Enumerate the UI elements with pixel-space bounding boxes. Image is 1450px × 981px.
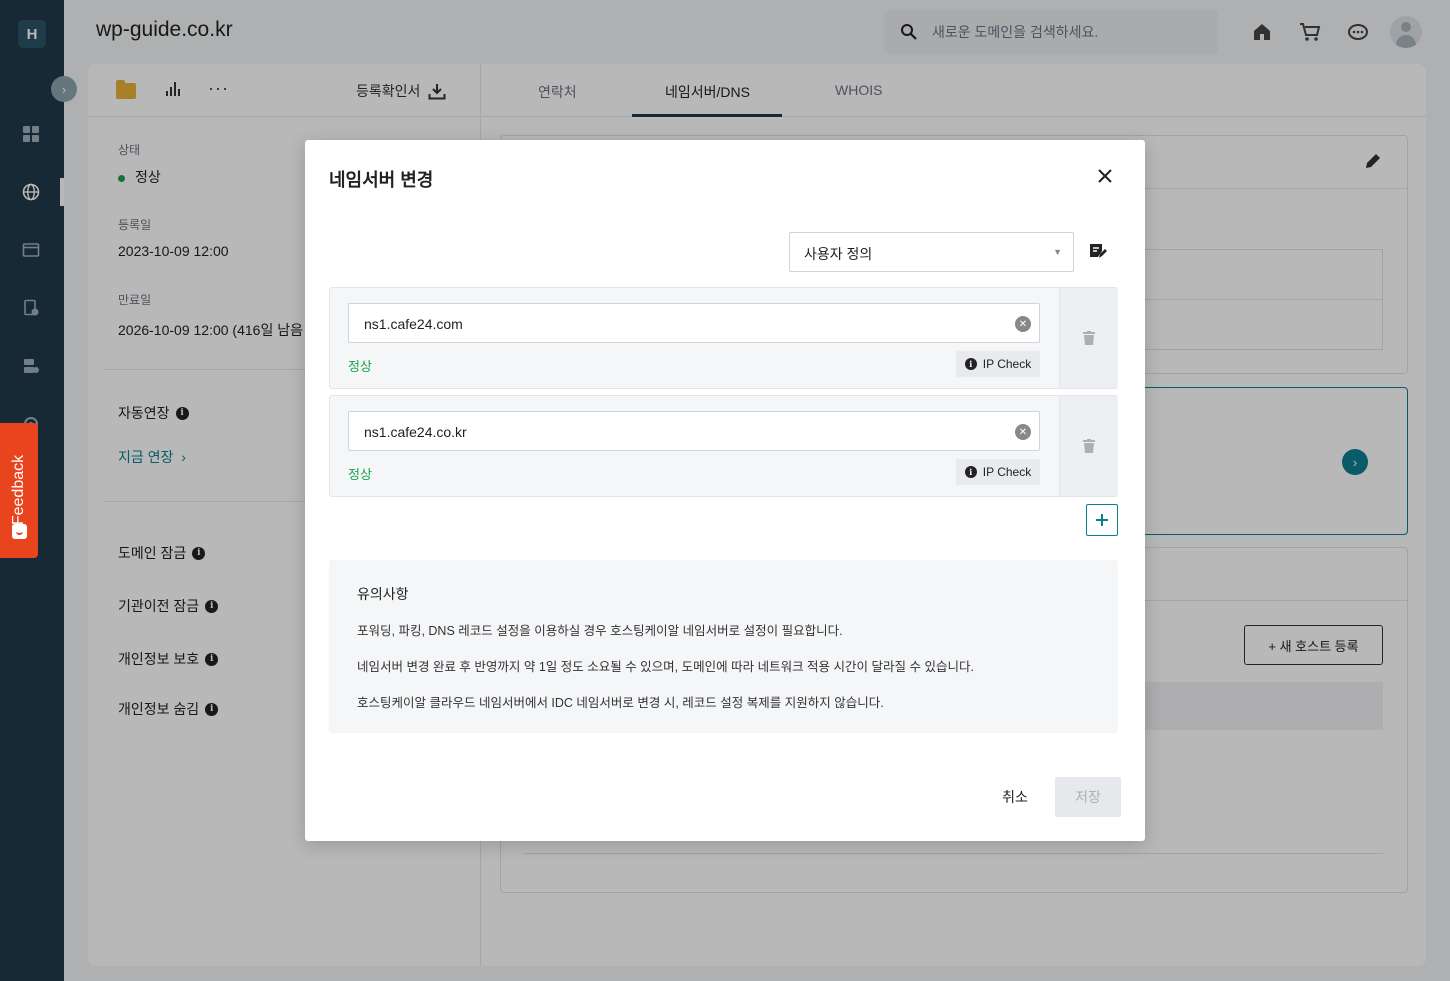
nameserver-field: ✕ — [348, 303, 1040, 343]
notice-line: 포워딩, 파킹, DNS 레코드 설정을 이용하실 경우 호스팅케이알 네임서버… — [357, 624, 843, 638]
select-value: 사용자 정의 — [804, 246, 873, 262]
nameserver-input[interactable] — [364, 313, 984, 335]
ip-check-button[interactable]: i IP Check — [956, 351, 1040, 377]
clear-icon[interactable]: ✕ — [1015, 424, 1031, 440]
close-icon[interactable] — [1093, 164, 1117, 188]
nameserver-row: ✕ 정상 iIP Check — [329, 395, 1118, 497]
nameserver-preset-select[interactable]: 사용자 정의 ▼ — [789, 232, 1074, 272]
nameserver-status: 정상 — [348, 359, 372, 374]
smile-icon — [12, 524, 27, 539]
info-icon: i — [964, 466, 977, 478]
nameserver-field: ✕ — [348, 411, 1040, 451]
notice-line: 네임서버 변경 완료 후 반영까지 약 1일 정도 소요될 수 있으며, 도메인… — [357, 660, 974, 674]
notice-box: 유의사항 포워딩, 파킹, DNS 레코드 설정을 이용하실 경우 호스팅케이알… — [329, 560, 1118, 733]
delete-nameserver-button[interactable] — [1059, 396, 1118, 496]
ip-check-button[interactable]: i IP Check — [956, 459, 1040, 485]
nameserver-status: 정상 — [348, 467, 372, 482]
nameserver-change-modal: 네임서버 변경 사용자 정의 ▼ ✕ 정상 iIP Check ✕ 정상 iIP… — [305, 140, 1145, 841]
feedback-label: Feedback — [10, 454, 27, 526]
nameserver-input[interactable] — [364, 421, 984, 443]
notice-line: 호스팅케이알 클라우드 네임서버에서 IDC 네임서버로 변경 시, 레코드 설… — [357, 696, 884, 710]
trash-icon — [1083, 331, 1095, 345]
save-button[interactable]: 저장 — [1055, 777, 1121, 817]
delete-nameserver-button[interactable] — [1059, 288, 1118, 388]
trash-icon — [1083, 439, 1095, 453]
add-nameserver-button[interactable] — [1086, 504, 1118, 536]
clear-icon[interactable]: ✕ — [1015, 316, 1031, 332]
feedback-tab[interactable]: Feedback — [0, 423, 38, 558]
info-icon: i — [964, 358, 977, 370]
cancel-button[interactable]: 취소 — [989, 777, 1041, 817]
caret-down-icon: ▼ — [1053, 247, 1062, 257]
modal-title: 네임서버 변경 — [329, 170, 434, 190]
edit-list-icon[interactable] — [1088, 241, 1108, 261]
plus-icon — [1096, 514, 1108, 526]
nameserver-row: ✕ 정상 iIP Check — [329, 287, 1118, 389]
notice-title: 유의사항 — [357, 586, 409, 602]
